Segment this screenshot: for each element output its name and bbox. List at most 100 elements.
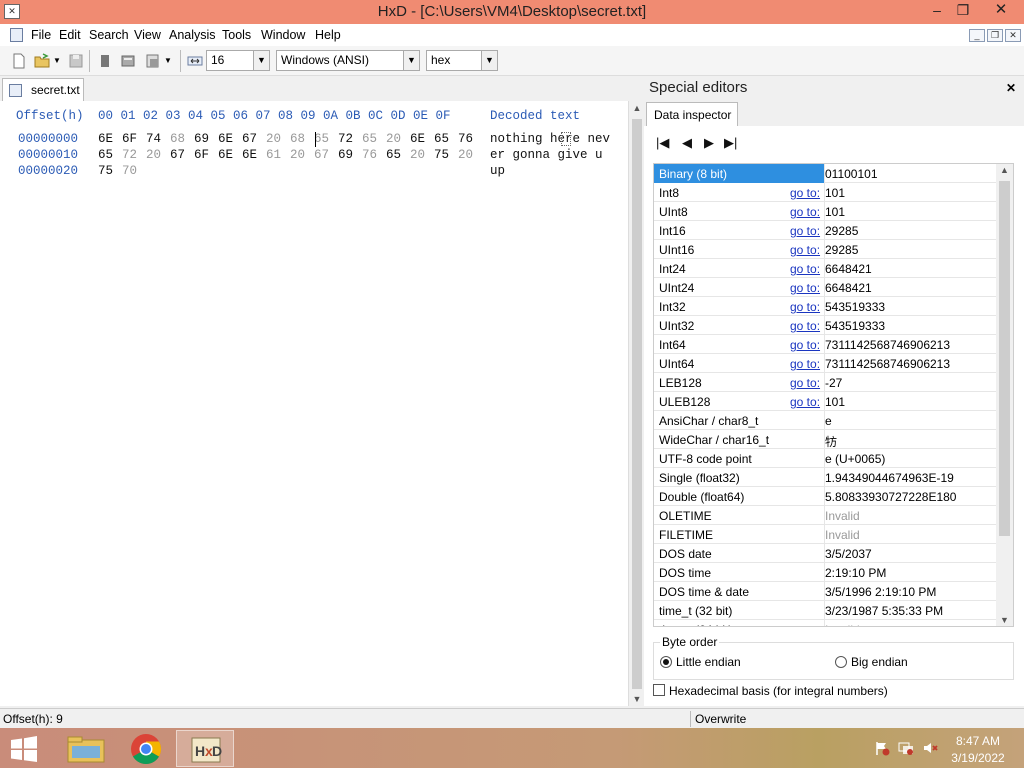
hex-byte[interactable]: 67 — [314, 148, 329, 162]
inspector-row[interactable]: Int24 go to: 6648421 — [654, 259, 996, 278]
hex-byte[interactable]: 20 — [386, 132, 401, 146]
restore-button[interactable]: ❐ — [950, 0, 976, 22]
hex-byte[interactable]: 65 — [434, 132, 449, 146]
hex-byte[interactable]: 20 — [146, 148, 161, 162]
bytes-per-row-select[interactable]: 16 ▼ — [206, 50, 270, 71]
tab-secret-txt[interactable]: secret.txt — [2, 78, 84, 101]
hex-byte[interactable]: 6E — [218, 148, 233, 162]
inspector-row[interactable]: UInt8 go to: 101 — [654, 202, 996, 221]
hex-byte[interactable]: 65 — [386, 148, 401, 162]
hex-byte[interactable]: 75 — [98, 164, 113, 178]
hex-byte[interactable]: 68 — [290, 132, 305, 146]
hex-byte[interactable]: 72 — [122, 148, 137, 162]
view-mode-icon[interactable] — [145, 53, 161, 69]
inspector-row[interactable]: OLETIME Invalid — [654, 506, 996, 525]
inspector-row-value[interactable]: 1.94349044674963E-19 — [825, 471, 954, 485]
inspector-row[interactable]: AnsiChar / char8_t e — [654, 411, 996, 430]
tab-data-inspector[interactable]: Data inspector — [646, 102, 738, 126]
inspector-row-value[interactable]: 101 — [825, 186, 845, 200]
clock-time[interactable]: 8:47 AM — [948, 734, 1008, 748]
inspector-row[interactable]: Int8 go to: 101 — [654, 183, 996, 202]
inspector-row-value[interactable]: 3/23/1987 5:35:33 PM — [825, 604, 943, 618]
hex-byte[interactable]: 6E — [242, 148, 257, 162]
hex-byte[interactable]: 70 — [122, 164, 137, 178]
inspector-row[interactable]: UTF-8 code point e (U+0065) — [654, 449, 996, 468]
hex-byte[interactable]: 20 — [410, 148, 425, 162]
data-inspector-grid[interactable]: Binary (8 bit) 01100101 Int8 go to: 101 UInt8… — [653, 163, 1014, 627]
open-folder-icon[interactable] — [34, 53, 50, 69]
first-icon[interactable]: |◀ — [656, 135, 669, 151]
network-icon[interactable] — [898, 740, 914, 756]
menu-tools[interactable]: Tools — [222, 28, 251, 42]
hex-byte[interactable]: 65 — [98, 148, 113, 162]
inspector-row-value[interactable]: 543519333 — [825, 300, 885, 314]
inspector-row[interactable]: LEB128 go to: -27 — [654, 373, 996, 392]
file-explorer-taskbar-button[interactable] — [58, 730, 114, 767]
view-mode-dropdown-icon[interactable]: ▼ — [164, 56, 180, 72]
charset-select[interactable]: Windows (ANSI) ▼ — [276, 50, 420, 71]
inspector-row-value[interactable]: 01100101 — [825, 167, 878, 181]
close-button[interactable]: ✕ — [980, 0, 1022, 22]
inspector-row-value[interactable]: Invalid — [825, 509, 860, 523]
decoded-text-row[interactable]: up — [490, 164, 505, 178]
chrome-taskbar-button[interactable] — [118, 730, 174, 767]
volume-muted-icon[interactable] — [922, 740, 938, 756]
panel-close-icon[interactable]: ✕ — [1006, 81, 1016, 95]
inspector-row[interactable]: DOS time & date 3/5/1996 2:19:10 PM — [654, 582, 996, 601]
chevron-down-icon[interactable]: ▼ — [403, 51, 419, 70]
hex-byte[interactable]: 72 — [338, 132, 353, 146]
inspector-row[interactable]: UInt24 go to: 6648421 — [654, 278, 996, 297]
inspector-row[interactable]: time_t (32 bit) 3/23/1987 5:35:33 PM — [654, 601, 996, 620]
inspector-row-value[interactable]: 101 — [825, 205, 845, 219]
goto-link[interactable]: go to: — [790, 338, 820, 352]
little-endian-radio[interactable] — [660, 656, 672, 668]
inspector-row-value[interactable]: Invalid — [825, 623, 860, 626]
inspector-row-value[interactable]: 6648421 — [825, 281, 872, 295]
inspector-row-value[interactable]: 7311142568746906213 — [825, 357, 950, 371]
inspector-row[interactable]: Int32 go to: 543519333 — [654, 297, 996, 316]
clock-date[interactable]: 3/19/2022 — [948, 751, 1008, 765]
editor-vertical-scrollbar[interactable]: ▲ ▼ — [628, 101, 644, 706]
goto-link[interactable]: go to: — [790, 262, 820, 276]
scroll-up-icon[interactable]: ▲ — [996, 165, 1013, 175]
menu-help[interactable]: Help — [315, 28, 341, 42]
previous-icon[interactable]: ◀ — [682, 135, 692, 151]
scroll-thumb[interactable] — [999, 181, 1010, 536]
inspector-row-value[interactable]: e (U+0065) — [825, 452, 885, 466]
action-center-flag-icon[interactable] — [874, 740, 890, 756]
scroll-thumb[interactable] — [632, 119, 642, 689]
hex-byte[interactable]: 74 — [146, 132, 161, 146]
inspector-row[interactable]: UInt32 go to: 543519333 — [654, 316, 996, 335]
decoded-text-row[interactable]: nothing here nev — [490, 132, 610, 146]
last-icon[interactable]: ▶| — [724, 135, 737, 151]
hex-editor-view[interactable]: Offset(h) 00 01 02 03 04 05 06 07 08 09 … — [0, 101, 628, 706]
hex-byte[interactable]: 6E — [410, 132, 425, 146]
hex-byte[interactable]: 67 — [242, 132, 257, 146]
goto-link[interactable]: go to: — [790, 205, 820, 219]
goto-link[interactable]: go to: — [790, 224, 820, 238]
inspector-row[interactable]: UInt64 go to: 7311142568746906213 — [654, 354, 996, 373]
goto-link[interactable]: go to: — [790, 300, 820, 314]
inspector-row[interactable]: ULEB128 go to: 101 — [654, 392, 996, 411]
inspector-row[interactable]: DOS time 2:19:10 PM — [654, 563, 996, 582]
windows-start-icon[interactable] — [10, 736, 38, 762]
decoded-text-row[interactable]: er gonna give u — [490, 148, 610, 162]
inspector-row-value[interactable]: 牥 — [825, 433, 837, 450]
menu-search[interactable]: Search — [89, 28, 129, 42]
inspector-row-value[interactable]: 29285 — [825, 243, 858, 257]
properties-icon[interactable] — [120, 53, 136, 69]
inspector-row-value[interactable]: 3/5/1996 2:19:10 PM — [825, 585, 936, 599]
hex-byte[interactable]: 20 — [266, 132, 281, 146]
hex-byte[interactable]: 75 — [434, 148, 449, 162]
hex-byte[interactable]: 6F — [194, 148, 209, 162]
goto-link[interactable]: go to: — [790, 395, 820, 409]
hex-byte[interactable]: 6E — [98, 132, 113, 146]
mdi-restore-button[interactable]: ❐ — [987, 29, 1003, 42]
hex-byte[interactable]: 69 — [338, 148, 353, 162]
hex-byte[interactable]: 61 — [266, 148, 281, 162]
open-dropdown-icon[interactable]: ▼ — [53, 56, 69, 72]
menu-window[interactable]: Window — [261, 28, 305, 42]
menu-analysis[interactable]: Analysis — [169, 28, 216, 42]
big-endian-radio[interactable] — [835, 656, 847, 668]
menu-view[interactable]: View — [134, 28, 161, 42]
